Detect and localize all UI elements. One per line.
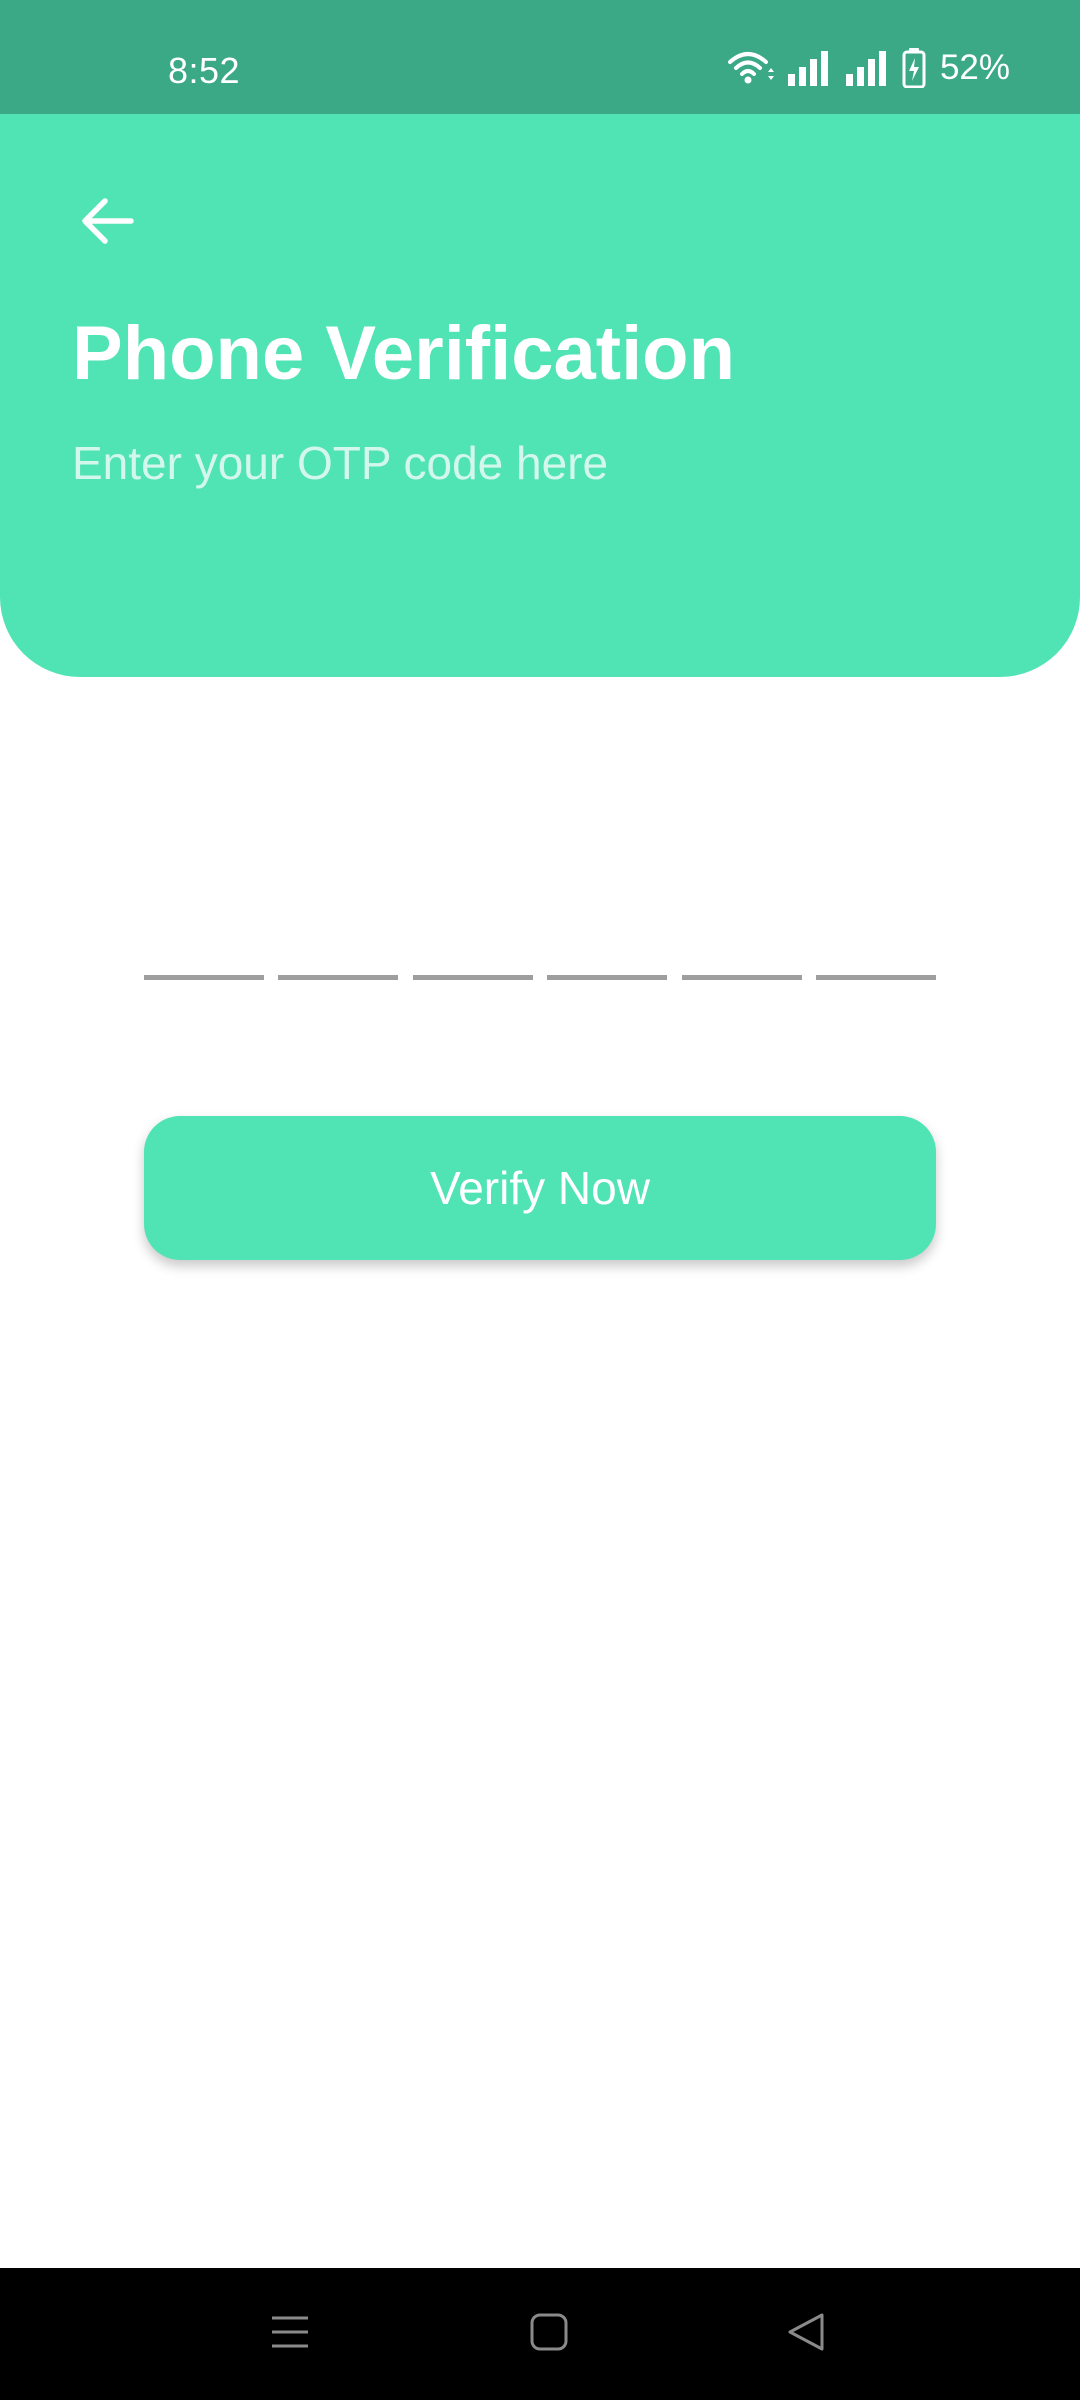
back-icon (786, 2312, 826, 2357)
verify-now-button[interactable]: Verify Now (144, 1116, 936, 1260)
status-bar: 8:52 52% (0, 0, 1080, 114)
otp-digit-2[interactable] (278, 900, 399, 980)
nav-recents-button[interactable] (254, 2298, 326, 2370)
status-icons: 52% (726, 48, 1010, 88)
page-subtitle: Enter your OTP code here (72, 437, 609, 489)
menu-icon (270, 2312, 310, 2357)
phone-verification-screen: 8:52 52% Phone Verification Enter your O… (0, 0, 1080, 2400)
arrow-left-icon (79, 196, 135, 251)
otp-digit-1[interactable] (144, 900, 264, 980)
page-title: Phone Verification (72, 311, 736, 396)
otp-digit-4[interactable] (547, 900, 668, 980)
otp-digit-3[interactable] (412, 900, 533, 980)
battery-charging-icon (902, 48, 926, 88)
back-button[interactable] (70, 186, 144, 260)
home-icon (529, 2312, 569, 2357)
system-nav-bar (0, 2268, 1080, 2400)
header: Phone Verification Enter your OTP code h… (0, 114, 1080, 677)
otp-digit-5[interactable] (681, 900, 802, 980)
battery-percentage: 52% (939, 48, 1010, 87)
nav-home-button[interactable] (513, 2298, 585, 2370)
wifi-icon (726, 48, 774, 88)
otp-input-group (144, 900, 936, 980)
otp-digit-6[interactable] (815, 900, 936, 980)
status-time: 8:52 (168, 50, 241, 91)
signal-icon (844, 50, 890, 86)
signal-icon (786, 50, 832, 86)
nav-back-button[interactable] (770, 2298, 842, 2370)
